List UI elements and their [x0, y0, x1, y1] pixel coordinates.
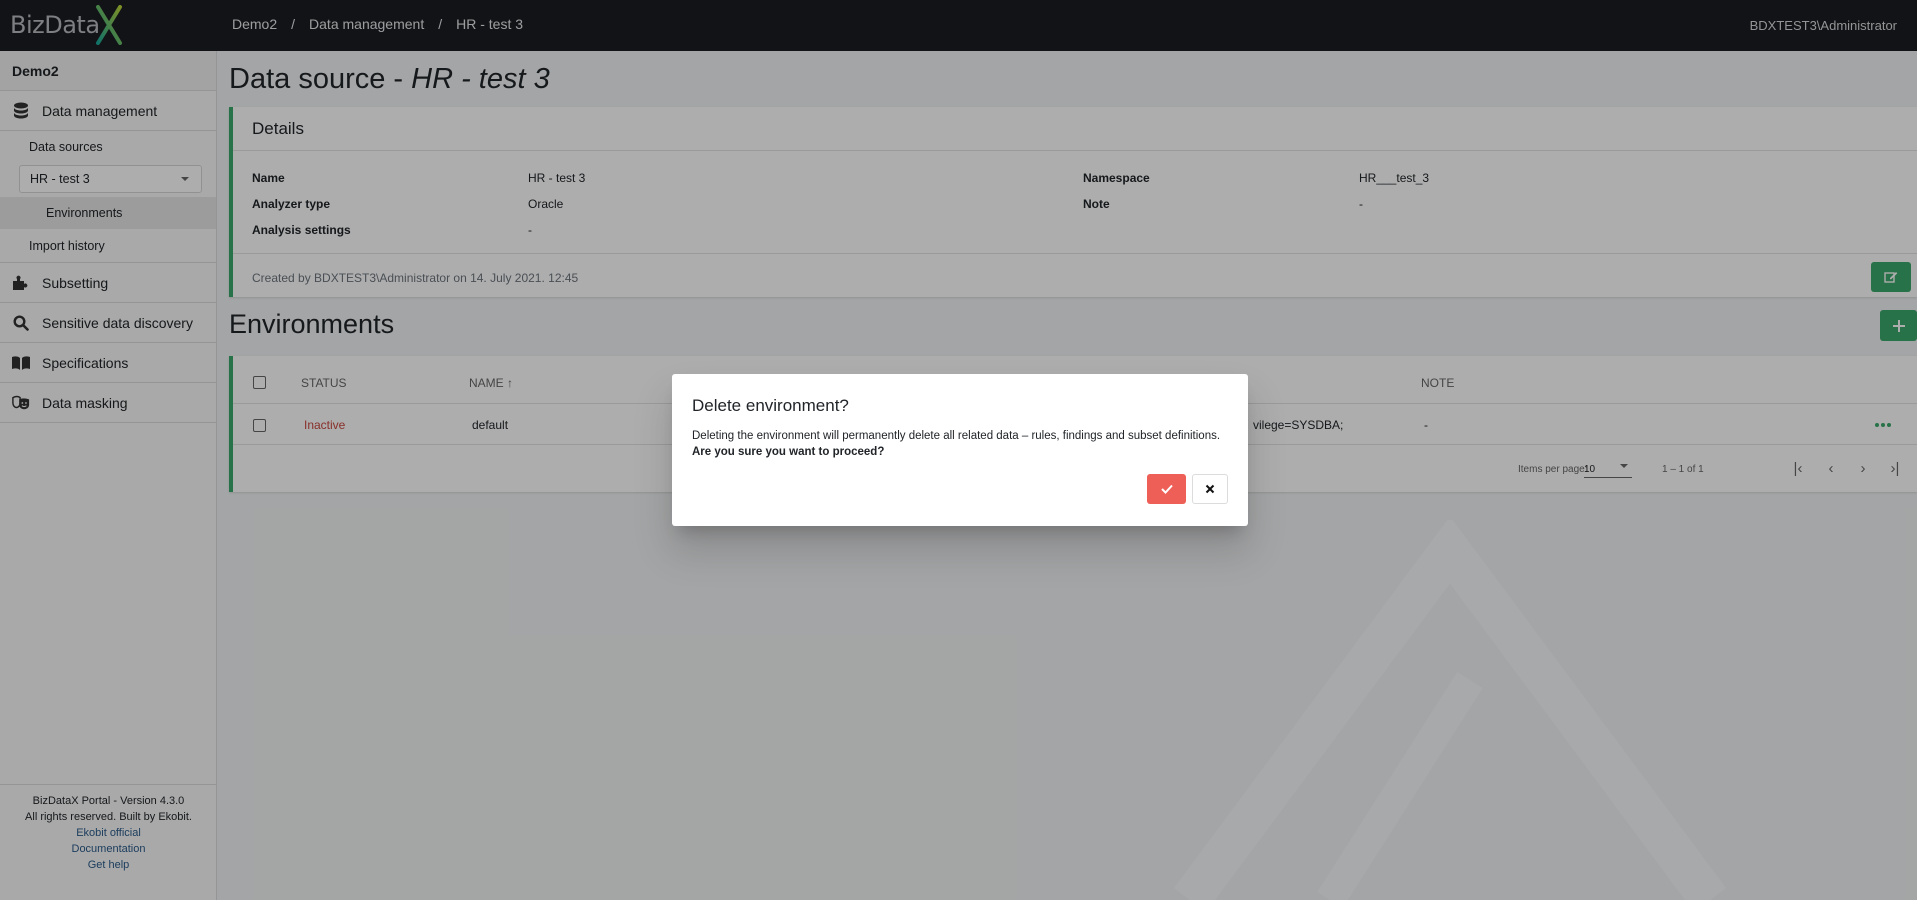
dialog-question: Are you sure you want to proceed?: [692, 446, 885, 458]
dialog-warning-text: Deleting the environment will permanentl…: [692, 430, 1221, 442]
close-icon: [1205, 484, 1215, 494]
check-icon: [1160, 484, 1173, 494]
delete-environment-dialog: Delete environment? Deleting the environ…: [672, 374, 1248, 526]
dialog-actions: [1147, 474, 1228, 504]
watermark-logo-icon: [1173, 520, 1727, 900]
dialog-title: Delete environment?: [692, 396, 849, 415]
confirm-delete-button[interactable]: [1147, 474, 1186, 504]
dialog-message: Deleting the environment will permanentl…: [692, 428, 1228, 460]
cancel-button[interactable]: [1192, 474, 1228, 504]
